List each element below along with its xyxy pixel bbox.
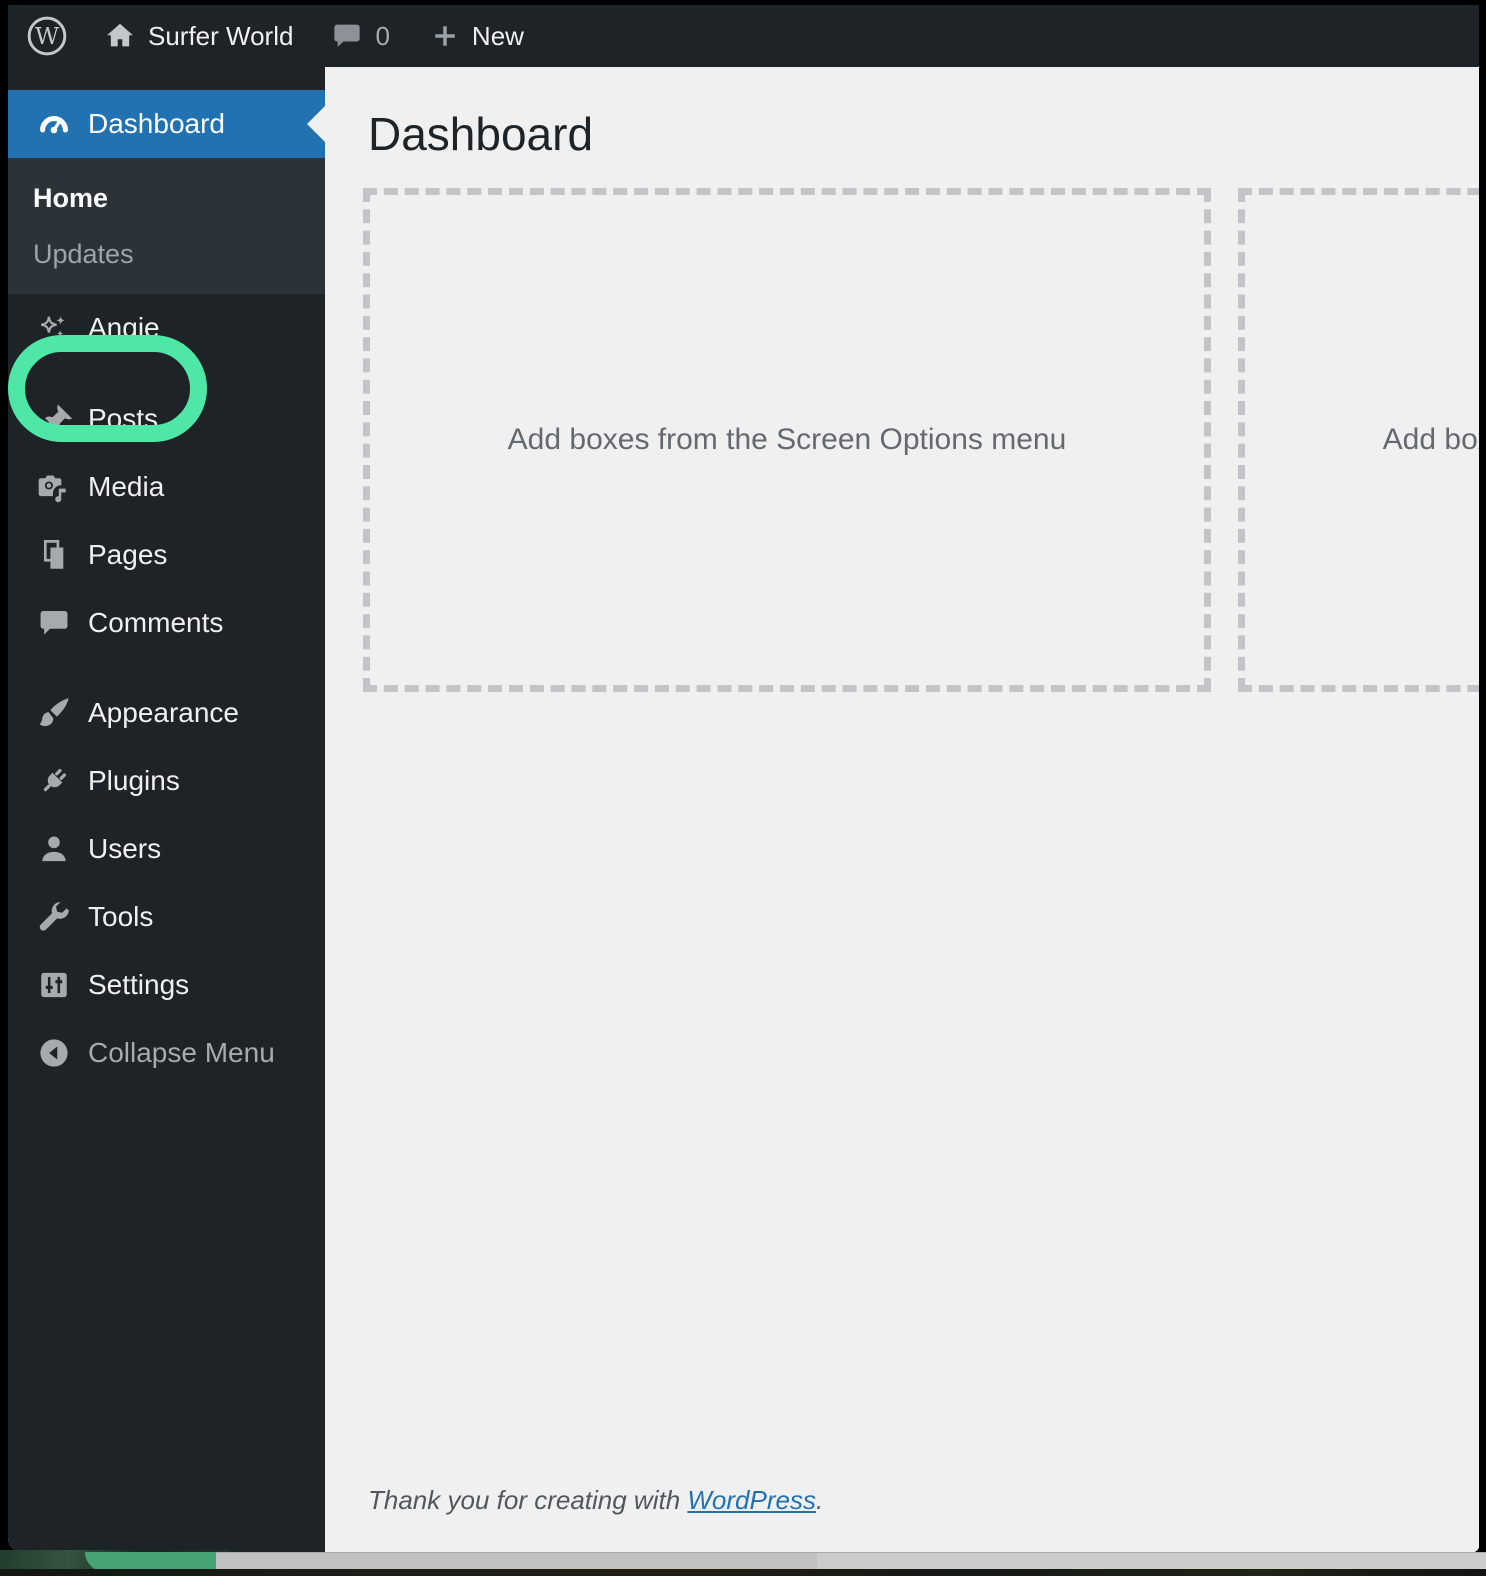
speech-bubble-icon — [36, 606, 72, 640]
plus-icon — [430, 21, 460, 51]
paintbrush-icon — [36, 695, 72, 731]
home-icon — [104, 20, 136, 52]
metabox-placeholder-text: Add boxes from the Screen Options menu — [507, 423, 1067, 456]
sidebar-item-label: Plugins — [88, 765, 180, 796]
sidebar-item-appearance[interactable]: Appearance — [8, 679, 325, 747]
site-name: Surfer World — [148, 20, 294, 51]
new-label: New — [471, 20, 524, 51]
collapse-menu-button[interactable]: Collapse Menu — [8, 1019, 325, 1087]
pushpin-icon — [36, 401, 72, 437]
sidebar-item-label: Pages — [88, 539, 168, 570]
comment-bubble-icon — [331, 20, 363, 52]
sidebar-item-settings[interactable]: Settings — [8, 951, 325, 1019]
sidebar-item-users[interactable]: Users — [8, 815, 325, 883]
dashboard-content: Dashboard Add boxes from the Screen Opti… — [325, 67, 1479, 1552]
sidebar-item-label: Users — [88, 833, 162, 864]
scrollbar-thumb[interactable] — [216, 1553, 817, 1569]
dashboard-submenu: Home Updates — [8, 158, 325, 294]
person-icon — [36, 832, 72, 866]
footer-text: . — [815, 1485, 824, 1515]
wordpress-logo-icon: W — [26, 15, 68, 57]
sidebar-item-label: Posts — [88, 403, 159, 434]
sidebar-item-label: Tools — [88, 901, 154, 932]
footer-text: Thank you for creating with — [368, 1485, 688, 1515]
sidebar-item-pages[interactable]: Pages — [8, 521, 325, 589]
plug-icon — [36, 763, 72, 799]
svg-text:W: W — [35, 22, 60, 50]
camera-note-icon — [36, 469, 72, 505]
sidebar-item-label: Angie — [88, 312, 160, 343]
page-title: Dashboard — [368, 108, 594, 160]
sidebar-item-plugins[interactable]: Plugins — [8, 747, 325, 815]
admin-bar-new-button[interactable]: New — [430, 21, 524, 52]
comment-count: 0 — [375, 20, 390, 51]
admin-bar-site-link[interactable]: Surfer World — [104, 20, 293, 52]
horizontal-scrollbar[interactable] — [216, 1552, 1486, 1569]
stacked-pages-icon — [36, 537, 72, 573]
footer-credit: Thank you for creating with WordPress. — [368, 1485, 823, 1516]
dashboard-gauge-icon — [36, 106, 72, 142]
sidebar-item-angie[interactable]: Angie — [8, 294, 325, 362]
submenu-label: Updates — [33, 238, 134, 269]
collapse-menu-label: Collapse Menu — [88, 1037, 275, 1068]
sidebar-item-tools[interactable]: Tools — [8, 883, 325, 951]
wordpress-logo-menu[interactable]: W — [26, 15, 68, 57]
sidebar-item-label: Settings — [88, 969, 190, 1000]
sidebar-item-label: Dashboard — [88, 108, 225, 139]
wrench-icon — [36, 899, 72, 935]
menu-separator — [8, 657, 325, 679]
sidebar-item-label: Comments — [88, 607, 224, 638]
metabox-dropzone-left[interactable]: Add boxes from the Screen Options menu — [363, 188, 1211, 692]
admin-bar: W Surfer World 0 New — [8, 5, 1479, 67]
sidebar-item-comments[interactable]: Comments — [8, 589, 325, 657]
collapse-arrow-icon — [36, 1036, 72, 1070]
sidebar-item-dashboard[interactable]: Dashboard — [8, 90, 325, 158]
sidebar-item-posts[interactable]: Posts — [8, 385, 325, 453]
submenu-item-updates[interactable]: Updates — [8, 226, 325, 282]
metabox-placeholder-text: Add boxes from the Screen Options menu — [1382, 423, 1479, 456]
sidebar-item-label: Media — [88, 471, 165, 502]
sliders-icon — [36, 968, 72, 1002]
admin-bar-comments[interactable]: 0 — [331, 20, 390, 52]
admin-sidebar: Dashboard Home Updates Angie Posts Media… — [8, 67, 325, 1552]
submenu-label: Home — [33, 182, 109, 213]
wordpress-link[interactable]: WordPress — [687, 1485, 816, 1515]
submenu-item-home[interactable]: Home — [8, 170, 325, 226]
wordpress-admin-window: W Surfer World 0 New Dashboard Home Upda… — [8, 5, 1479, 1552]
metabox-dropzone-right[interactable]: Add boxes from the Screen Options menu — [1238, 188, 1479, 692]
sidebar-item-label: Appearance — [88, 697, 240, 728]
background-photo-band — [0, 1569, 1486, 1576]
sparkles-icon — [36, 310, 72, 346]
sidebar-item-media[interactable]: Media — [8, 453, 325, 521]
